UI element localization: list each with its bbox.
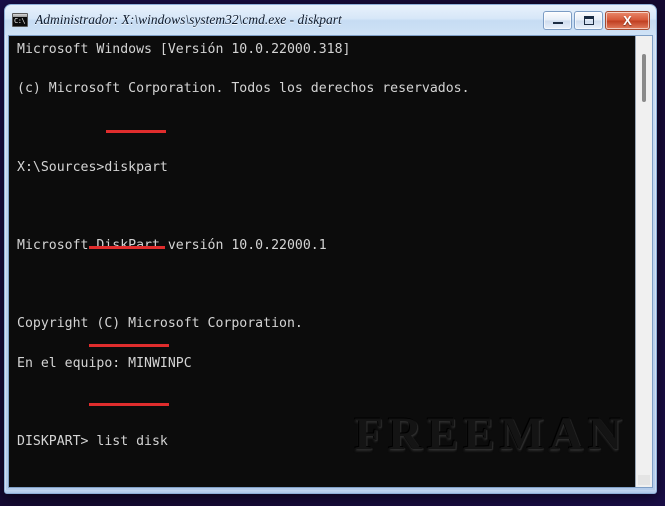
desktop-background: C:\ Administrador: X:\windows\system32\c… xyxy=(0,0,665,506)
maximize-icon xyxy=(575,12,602,29)
annotation-underline xyxy=(106,130,166,133)
close-button[interactable]: X xyxy=(605,10,650,30)
console-line: Microsoft Windows [Versión 10.0.22000.31… xyxy=(17,42,351,57)
window-controls: X xyxy=(543,10,650,30)
minimize-icon xyxy=(544,12,571,29)
cmd-console-icon: C:\ xyxy=(12,13,28,27)
cmd-icon-glyph: C:\ xyxy=(14,17,26,25)
console-vertical-scrollbar[interactable] xyxy=(635,36,652,487)
close-icon: X xyxy=(623,12,632,28)
window-bottom-edge xyxy=(5,490,656,493)
console-line: X:\Sources>diskpart xyxy=(17,159,168,175)
annotation-underline xyxy=(89,403,169,406)
window-title-bar[interactable]: C:\ Administrador: X:\windows\system32\c… xyxy=(5,5,656,35)
annotation-underline xyxy=(89,344,169,347)
annotation-underline xyxy=(89,246,165,249)
scrollbar-corner xyxy=(638,475,650,485)
console-line: En el equipo: MINWINPC xyxy=(17,355,192,371)
console-line: DISKPART> list disk xyxy=(17,433,168,449)
command-prompt-window: C:\ Administrador: X:\windows\system32\c… xyxy=(4,4,657,494)
console-client-area: FREEMAN Microsoft Windows [Versión 10.0.… xyxy=(8,35,653,488)
console-line: (c) Microsoft Corporation. Todos los der… xyxy=(17,81,470,97)
maximize-button[interactable] xyxy=(574,10,603,30)
window-title: Administrador: X:\windows\system32\cmd.e… xyxy=(35,12,342,27)
console-output-surface[interactable]: FREEMAN Microsoft Windows [Versión 10.0.… xyxy=(9,36,635,487)
console-line: Copyright (C) Microsoft Corporation. xyxy=(17,316,303,332)
scrollbar-thumb[interactable] xyxy=(642,54,646,102)
minimize-button[interactable] xyxy=(543,10,572,30)
console-text-buffer: Microsoft Windows [Versión 10.0.22000.31… xyxy=(17,40,635,487)
